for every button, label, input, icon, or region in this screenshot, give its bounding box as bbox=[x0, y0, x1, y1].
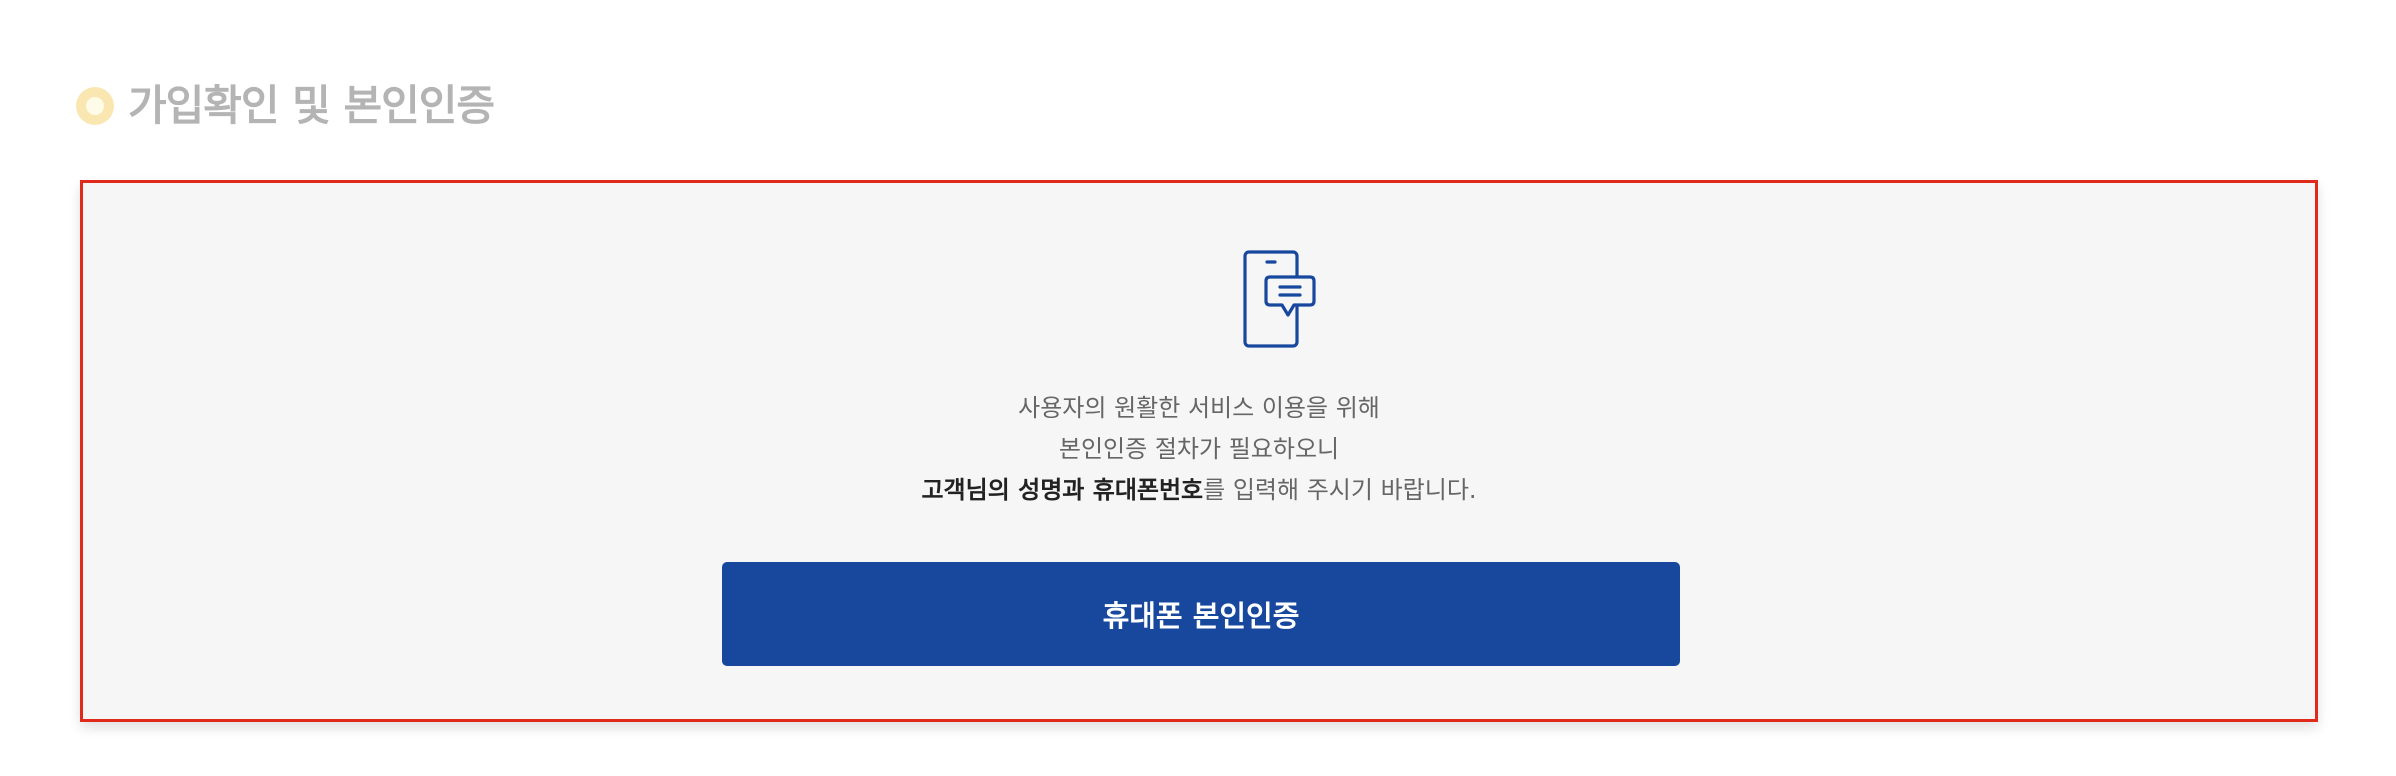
verification-description: 사용자의 원활한 서비스 이용을 위해 본인인증 절차가 필요하오니 고객님의 … bbox=[83, 388, 2315, 511]
description-line-1: 사용자의 원활한 서비스 이용을 위해 bbox=[1018, 394, 1380, 422]
phone-number-emphasis: 휴대폰번호 bbox=[1092, 476, 1204, 504]
description-line-3: 고객님의 성명과 휴대폰번호를 입력해 주시기 바랍니다. bbox=[83, 470, 2315, 511]
section-header: 가입확인 및 본인인증 bbox=[76, 74, 495, 138]
identity-verification-box: 사용자의 원활한 서비스 이용을 위해 본인인증 절차가 필요하오니 고객님의 … bbox=[80, 180, 2318, 722]
section-title: 가입확인 및 본인인증 bbox=[128, 81, 495, 130]
ring-bullet-icon bbox=[76, 87, 114, 125]
description-line-3-rest: 를 입력해 주시기 바랍니다. bbox=[1203, 476, 1477, 504]
page: 가입확인 및 본인인증 사용자의 원활한 서비스 이용을 위해 본인인증 절차가… bbox=[0, 0, 2396, 776]
name-emphasis: 고객님의 성명 bbox=[921, 476, 1063, 504]
and-connector: 과 bbox=[1062, 476, 1093, 504]
ring-bullet-icon-center bbox=[86, 97, 104, 115]
description-line-2: 본인인증 절차가 필요하오니 bbox=[1058, 435, 1340, 463]
mobile-message-icon bbox=[1243, 250, 1316, 348]
mobile-verification-button[interactable]: 휴대폰 본인인증 bbox=[722, 562, 1680, 666]
